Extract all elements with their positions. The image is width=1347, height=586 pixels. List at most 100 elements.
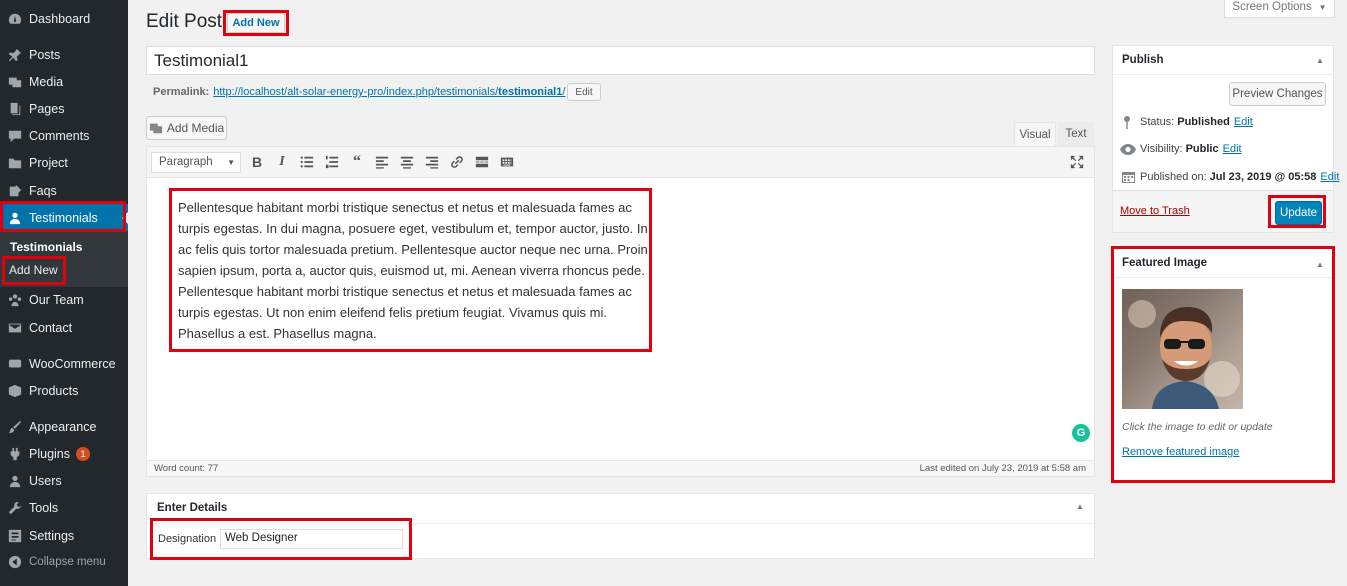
collapse-arrow-icon[interactable]: ▲ — [1316, 56, 1324, 65]
published-value: Jul 23, 2019 @ 05:58 — [1209, 170, 1317, 183]
sidebar-item-label: Media — [29, 75, 64, 89]
divider — [147, 523, 1094, 524]
link-icon[interactable] — [449, 154, 465, 170]
editor-content[interactable]: Pellentesque habitant morbi tristique se… — [178, 197, 653, 344]
sidebar-item-project[interactable]: Project — [0, 150, 128, 176]
team-icon — [8, 293, 22, 307]
sidebar-item-settings[interactable]: Settings — [0, 523, 128, 549]
read-more-icon[interactable] — [474, 154, 490, 170]
permalink-url[interactable]: http://localhost/alt-solar-energy-pro/in… — [213, 86, 565, 98]
testimonials-submenu: Testimonials Add New — [0, 231, 128, 287]
format-select-value: Paragraph — [159, 156, 213, 168]
add-new-button[interactable]: Add New — [227, 13, 285, 33]
sidebar-item-faqs[interactable]: Faqs — [0, 178, 128, 204]
sidebar-item-posts[interactable]: Posts — [0, 42, 128, 68]
sidebar-item-comments[interactable]: Comments — [0, 123, 128, 149]
sidebar-item-label: Tools — [29, 501, 59, 515]
add-media-button[interactable]: Add Media — [146, 116, 227, 140]
woo-icon — [8, 357, 22, 371]
italic-icon[interactable]: I — [274, 154, 290, 170]
sidebar-item-contact[interactable]: Contact — [0, 315, 128, 341]
comment-icon — [8, 129, 22, 143]
last-edited: Last edited on July 23, 2019 at 5:58 am — [919, 463, 1086, 474]
sidebar-item-users[interactable]: Users — [0, 468, 128, 494]
sidebar-item-products[interactable]: Products — [0, 378, 128, 404]
folder-icon — [8, 156, 22, 170]
sidebar-item-label: Appearance — [29, 420, 97, 434]
published-label: Published on: — [1140, 170, 1207, 183]
page-title: Edit Post — [146, 11, 223, 32]
fullscreen-icon[interactable] — [1069, 154, 1085, 170]
divider — [1113, 277, 1333, 278]
visibility-edit-link[interactable]: Edit — [1223, 143, 1242, 155]
sidebar-item-label: Project — [29, 156, 68, 170]
tab-visual[interactable]: Visual — [1014, 122, 1056, 146]
word-count: Word count: 77 — [154, 463, 219, 474]
pages-icon — [8, 102, 22, 116]
dashboard-icon — [8, 12, 22, 26]
editor-container: Paragraph ▼ B I “ Pellentesque habitant … — [146, 146, 1095, 461]
users-icon — [8, 474, 22, 488]
submenu-item-testimonials[interactable]: Testimonials — [10, 240, 82, 254]
sidebar-item-label: Contact — [29, 321, 73, 335]
permalink-edit-button[interactable]: Edit — [567, 83, 601, 101]
sidebar-item-our-team[interactable]: Our Team — [0, 287, 128, 313]
wrench-icon — [8, 501, 22, 515]
bullet-list-icon[interactable] — [299, 154, 315, 170]
add-media-label: Add Media — [166, 121, 225, 135]
admin-sidebar: Dashboard Posts Media Pages Comments Pro… — [0, 0, 128, 586]
permalink-row: Permalink: http://localhost/alt-solar-en… — [153, 83, 601, 101]
editor-status-bar: Word count: 77 Last edited on July 23, 2… — [146, 460, 1095, 477]
collapse-arrow-icon[interactable]: ▲ — [1076, 502, 1084, 511]
sidebar-item-label: Products — [29, 384, 79, 398]
bold-icon[interactable]: B — [249, 154, 265, 170]
remove-featured-image-link[interactable]: Remove featured image — [1122, 446, 1239, 458]
published-edit-link[interactable]: Edit — [1320, 171, 1339, 183]
status-row: Status: Published Edit — [1122, 115, 1253, 129]
sidebar-item-tools[interactable]: Tools — [0, 495, 128, 521]
status-edit-link[interactable]: Edit — [1234, 116, 1253, 128]
collapse-menu-button[interactable]: Collapse menu — [0, 549, 128, 575]
media-icon — [8, 75, 22, 89]
align-center-icon[interactable] — [399, 154, 415, 170]
mail-icon — [8, 321, 22, 335]
preview-changes-button[interactable]: Preview Changes — [1229, 82, 1326, 106]
align-left-icon[interactable] — [374, 154, 390, 170]
format-select[interactable]: Paragraph ▼ — [151, 151, 241, 173]
sidebar-item-testimonials[interactable]: Testimonials — [0, 204, 128, 231]
brush-icon — [8, 420, 22, 434]
grammarly-icon[interactable]: G — [1072, 424, 1090, 442]
designation-input[interactable]: Web Designer — [220, 529, 403, 549]
published-on-row: Published on: Jul 23, 2019 @ 05:58 Edit — [1122, 170, 1339, 183]
screen-options-label: Screen Options — [1232, 1, 1312, 13]
sidebar-item-label: Dashboard — [29, 12, 91, 26]
blockquote-icon[interactable]: “ — [349, 153, 365, 170]
sidebar-item-woocommerce[interactable]: WooCommerce — [0, 351, 128, 377]
user-icon — [8, 211, 22, 225]
enter-details-box: Enter Details ▲ Designation Web Designer — [146, 493, 1095, 559]
sidebar-item-label: Users — [29, 474, 62, 488]
update-button[interactable]: Update — [1275, 201, 1322, 225]
sidebar-item-media[interactable]: Media — [0, 69, 128, 95]
submenu-item-add-new[interactable]: Add New — [9, 263, 58, 277]
editor-tools: Add Media Visual Text — [146, 102, 1095, 146]
pin-icon — [8, 48, 22, 62]
post-title-input[interactable]: Testimonial1 — [146, 46, 1095, 75]
align-right-icon[interactable] — [424, 154, 440, 170]
numbered-list-icon[interactable] — [324, 154, 340, 170]
settings-icon — [8, 529, 22, 543]
tab-text[interactable]: Text — [1058, 122, 1094, 146]
sidebar-item-label: Faqs — [29, 184, 57, 198]
sidebar-item-appearance[interactable]: Appearance — [0, 414, 128, 440]
move-to-trash-link[interactable]: Move to Trash — [1120, 205, 1190, 217]
caret-down-icon: ▼ — [227, 157, 235, 167]
sidebar-item-plugins[interactable]: Plugins 1 — [0, 441, 128, 467]
featured-image-thumbnail[interactable] — [1122, 289, 1243, 409]
visibility-label: Visibility: — [1140, 143, 1183, 155]
keyboard-icon[interactable] — [499, 154, 515, 170]
sidebar-item-pages[interactable]: Pages — [0, 96, 128, 122]
screen-options-button[interactable]: Screen Options ▼ — [1224, 0, 1335, 18]
editor-toolbar: Paragraph ▼ B I “ — [147, 147, 1094, 178]
sidebar-item-dashboard[interactable]: Dashboard — [0, 6, 128, 32]
collapse-arrow-icon[interactable]: ▲ — [1316, 260, 1324, 269]
